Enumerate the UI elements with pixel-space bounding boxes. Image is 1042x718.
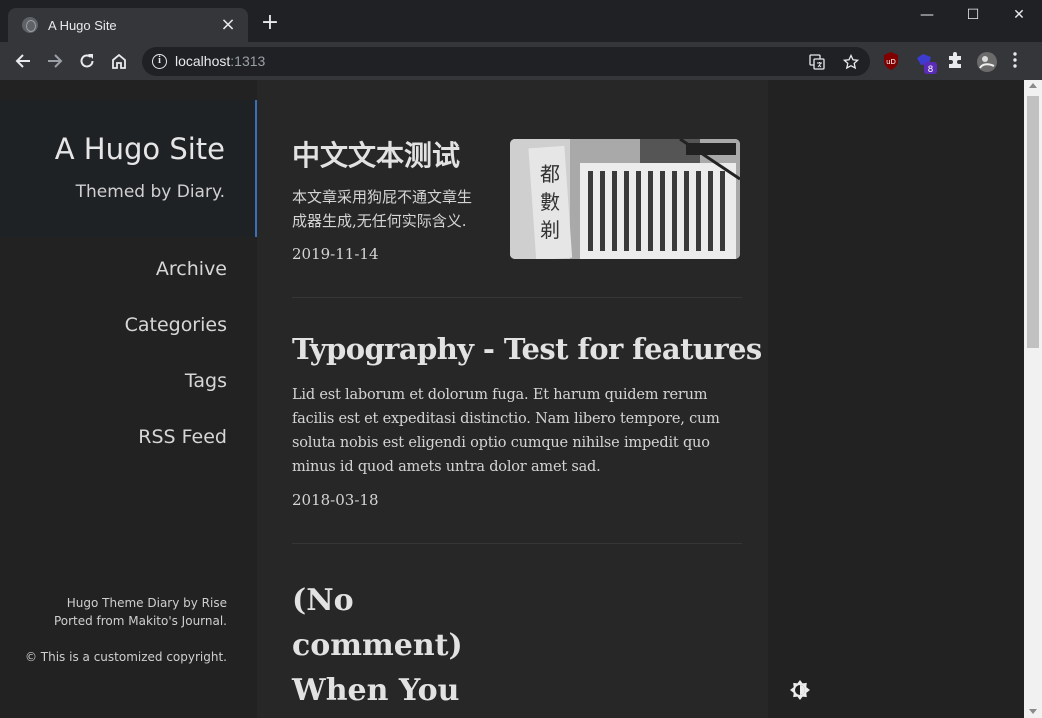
svg-text:剃: 剃	[540, 218, 560, 242]
post-title-3-line1: (No	[292, 583, 354, 618]
vertical-scrollbar[interactable]	[1024, 80, 1042, 718]
globe-icon	[22, 17, 38, 33]
info-icon[interactable]: i	[152, 54, 167, 69]
menu-item-archive[interactable]: Archive	[156, 258, 227, 280]
home-icon[interactable]	[106, 48, 132, 74]
post-summary-1-line2: 成器生成,无任何实际含义.	[292, 212, 467, 230]
menu-item-rss-feed[interactable]: RSS Feed	[138, 426, 227, 448]
svg-text:uD: uD	[886, 58, 896, 66]
profile-avatar[interactable]	[976, 51, 997, 72]
svg-text:8: 8	[928, 65, 934, 75]
kebab-menu-icon[interactable]	[1012, 51, 1022, 71]
post-title-3-line2: comment)	[292, 628, 463, 663]
scroll-down-arrow-icon[interactable]	[1029, 709, 1037, 714]
menu-item-categories[interactable]: Categories	[125, 314, 227, 336]
post-list: 中文文本测试 本文章采用狗屁不通文章生 成器生成,无任何实际含义. 2019-1…	[257, 80, 768, 718]
translate-icon[interactable]	[806, 51, 828, 73]
bookmark-star-icon[interactable]	[840, 51, 862, 73]
address-bar[interactable]: i localhost:1313	[142, 47, 870, 76]
right-pane	[768, 80, 1024, 718]
post-separator	[292, 543, 742, 544]
back-arrow-icon[interactable]	[10, 48, 36, 74]
minimize-button[interactable]: —	[904, 4, 950, 28]
url-text: localhost:1313	[175, 53, 265, 69]
ublock-extension-icon[interactable]: uD	[882, 51, 902, 71]
menu-item-tags[interactable]: Tags	[185, 370, 227, 392]
extensions-puzzle-icon[interactable]	[946, 51, 966, 71]
tab-strip: A Hugo Site × + — ☐ ✕	[0, 0, 1042, 42]
post-date-2: 2018-03-18	[292, 491, 379, 509]
post-title-2[interactable]: Typography - Test for features	[292, 332, 762, 366]
post-summary-2-line1: Lid est laborum et dolorum fuga. Et haru…	[292, 387, 708, 403]
post-summary-2-line4: minus id quod amets untra dolor amet sad…	[292, 459, 601, 475]
scrollbar-thumb[interactable]	[1027, 96, 1039, 348]
maximize-button[interactable]: ☐	[950, 4, 996, 28]
close-window-button[interactable]: ✕	[996, 4, 1042, 28]
post-summary-2-line3: soluta nobis est eligendi optio cumque n…	[292, 435, 710, 451]
extension-badge-icon[interactable]: 8	[914, 51, 937, 75]
tab-title: A Hugo Site	[48, 17, 117, 33]
post-title-3[interactable]: (No comment) When You	[292, 578, 463, 713]
site-brand: A Hugo Site Themed by Diary.	[0, 100, 257, 237]
post-separator	[292, 297, 742, 298]
sun-half-icon[interactable]	[788, 678, 812, 702]
page-viewport: A Hugo Site Themed by Diary. Archive Cat…	[0, 80, 1024, 718]
tab-close-icon[interactable]: ×	[218, 15, 238, 35]
sidebar: A Hugo Site Themed by Diary. Archive Cat…	[0, 80, 257, 718]
footer-credit-line1[interactable]: Hugo Theme Diary by Rise	[67, 596, 227, 610]
new-tab-button[interactable]: +	[260, 12, 280, 34]
post-date-1: 2019-11-14	[292, 245, 379, 263]
footer-copyright: © This is a customized copyright.	[24, 650, 227, 664]
forward-arrow-icon[interactable]	[42, 48, 68, 74]
url-port: :1313	[230, 53, 266, 69]
reload-icon[interactable]	[74, 48, 100, 74]
post-summary-1-line1: 本文章采用狗屁不通文章生	[292, 188, 473, 206]
tab-active[interactable]: A Hugo Site ×	[8, 8, 248, 42]
url-host: localhost	[175, 53, 231, 69]
post-summary-2: Lid est laborum et dolorum fuga. Et haru…	[292, 383, 720, 479]
site-subtitle: Themed by Diary.	[75, 182, 225, 202]
post-title-3-line3: When You	[292, 673, 460, 708]
post-title-1[interactable]: 中文文本测试	[292, 134, 460, 174]
post-summary-1: 本文章采用狗屁不通文章生 成器生成,无任何实际含义.	[292, 185, 472, 233]
scroll-up-arrow-icon[interactable]	[1029, 83, 1037, 88]
post-thumbnail-1[interactable]: 都 數 剃	[510, 139, 740, 259]
svg-text:都: 都	[540, 162, 560, 186]
footer-credit-line2[interactable]: Ported from Makito's Journal.	[54, 614, 227, 628]
post-summary-2-line2: facilis est et expeditasi distinctio. Na…	[292, 411, 720, 427]
svg-text:數: 數	[540, 190, 560, 214]
site-title[interactable]: A Hugo Site	[55, 132, 225, 166]
browser-toolbar: i localhost:1313 uD 8	[0, 42, 1042, 80]
